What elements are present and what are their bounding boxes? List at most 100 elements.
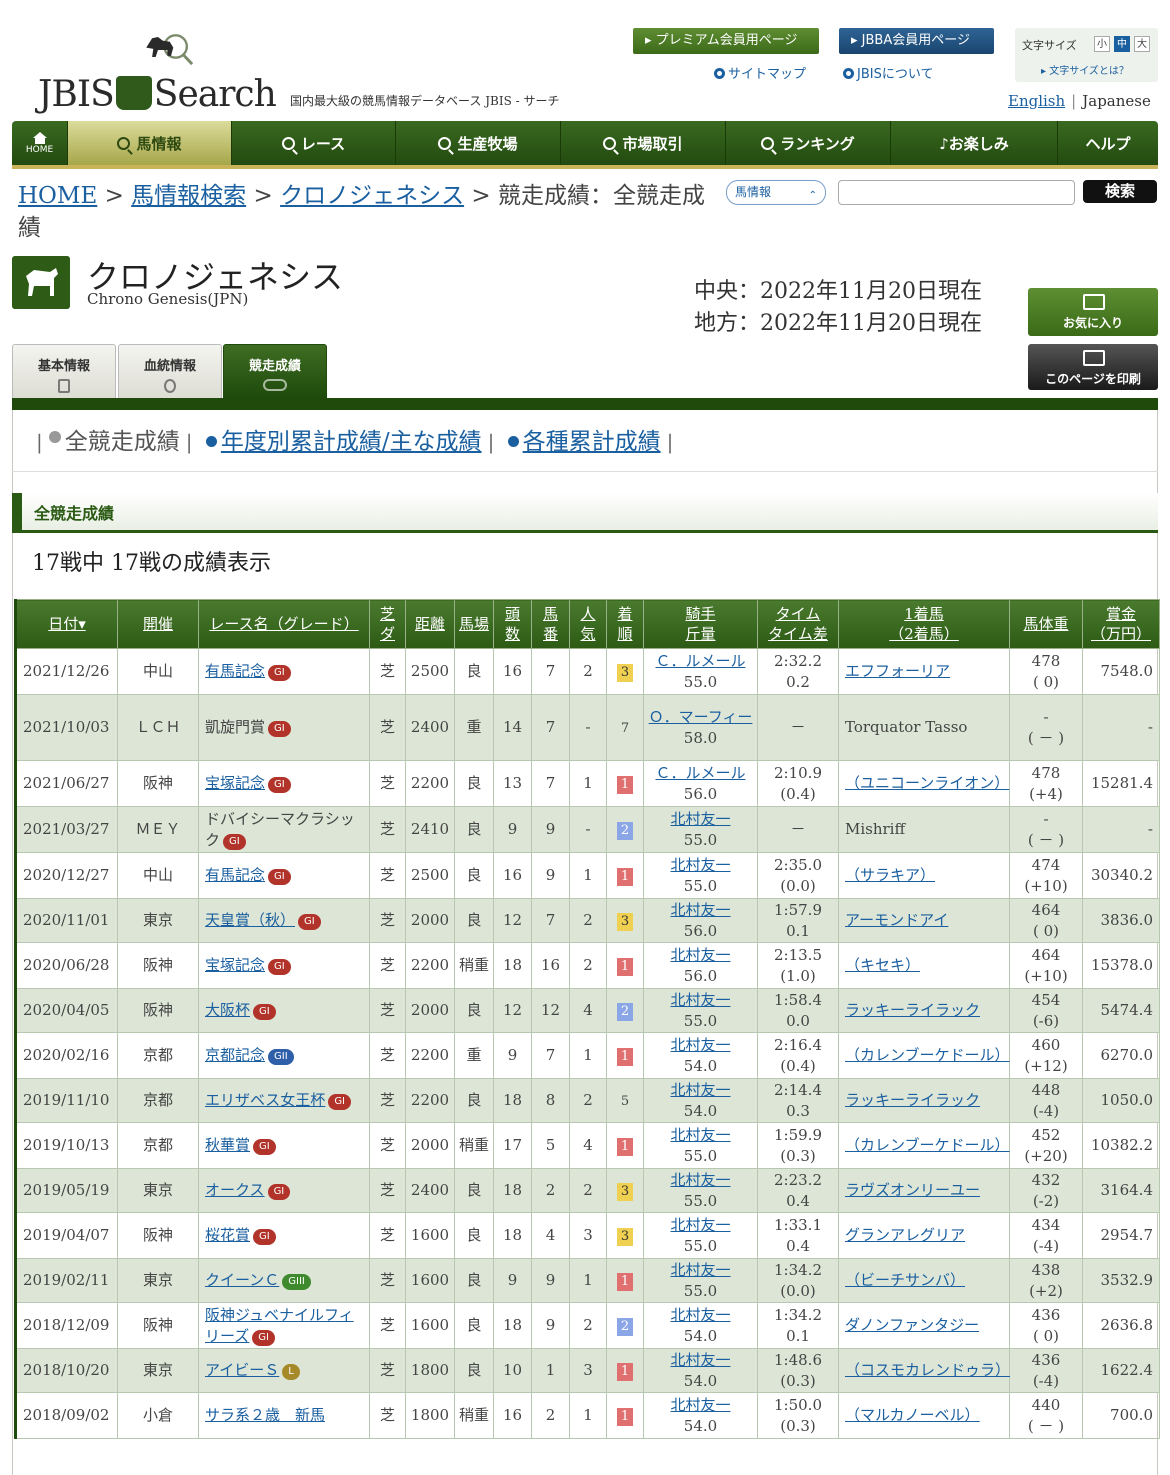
search-category-select[interactable]: 馬情報 — [726, 180, 826, 207]
post-number-cell: 7 — [531, 760, 570, 807]
venue-cell: ＬＣＨ — [117, 694, 199, 761]
time-cell: 1:33.1 0.4 — [757, 1212, 839, 1259]
race-link[interactable]: 大阪杯 — [205, 1001, 250, 1019]
winner-link[interactable]: （ビーチサンバ） — [845, 1271, 965, 1289]
field-size-cell: 12 — [493, 988, 532, 1033]
english-link[interactable]: English — [1008, 92, 1065, 110]
winner-link[interactable]: （コスモカレンドゥラ） — [845, 1361, 1010, 1379]
font-size-small[interactable]: 小 — [1094, 36, 1110, 52]
jockey-link[interactable]: 北村友一 — [670, 1396, 730, 1414]
column-header[interactable]: 馬番 — [531, 599, 570, 649]
race-link[interactable]: 京都記念 — [205, 1046, 265, 1064]
jockey-link[interactable]: 北村友一 — [670, 1216, 730, 1234]
jockey-link[interactable]: 北村友一 — [670, 1171, 730, 1189]
jockey-link[interactable]: 北村友一 — [670, 901, 730, 919]
search-button[interactable]: 検索 — [1083, 180, 1157, 203]
jockey-link[interactable]: 北村友一 — [670, 1261, 730, 1279]
column-header[interactable]: 芝ダ — [369, 599, 406, 649]
race-link[interactable]: サラ系２歳 新馬 — [205, 1406, 325, 1424]
winner-link[interactable]: （カレンブーケドール） — [845, 1136, 1010, 1154]
winner-link[interactable]: アーモンドアイ — [845, 911, 948, 929]
jbis-logo[interactable] — [38, 30, 278, 80]
premium-member-button[interactable]: ▸ プレミアム会員用ページ — [633, 28, 819, 54]
race-link[interactable]: クイーンＣ — [205, 1271, 279, 1289]
winner-link[interactable]: ラヴズオンリーユー — [845, 1181, 980, 1199]
winner-link[interactable]: （サラキア） — [845, 866, 935, 884]
race-link[interactable]: 宝塚記念 — [205, 774, 265, 792]
race-link[interactable]: 天皇賞（秋） — [205, 911, 295, 929]
column-header[interactable]: 馬場 — [454, 599, 494, 649]
column-header[interactable]: 人気 — [569, 599, 607, 649]
race-link[interactable]: 秋華賞 — [205, 1136, 250, 1154]
font-size-medium[interactable]: 中 — [1114, 36, 1130, 52]
favorite-button[interactable]: お気に入り — [1028, 288, 1158, 336]
tab-bar — [12, 398, 1158, 410]
font-size-help-link[interactable]: ▸ 文字サイズとは？ — [1041, 62, 1129, 77]
subnav-yearly[interactable]: 年度別累計成績/主な成績 — [221, 429, 482, 455]
nav-help[interactable]: ヘルプ — [1058, 121, 1158, 165]
about-link[interactable]: JBISについて — [843, 63, 933, 82]
jockey-link[interactable]: 北村友一 — [670, 946, 730, 964]
race-link[interactable]: オークス — [205, 1181, 265, 1199]
race-link[interactable]: 桜花賞 — [205, 1226, 250, 1244]
print-button[interactable]: このページを印刷 — [1028, 344, 1158, 390]
jockey-link[interactable]: 北村友一 — [670, 1036, 730, 1054]
winner-link[interactable]: ラッキーライラック — [845, 1091, 980, 1109]
winner-link[interactable]: （キセキ） — [845, 956, 920, 974]
subnav-cumulative[interactable]: 各種累計成績 — [523, 429, 661, 455]
column-header[interactable]: 日付▾ — [14, 599, 118, 649]
nav-breeder[interactable]: 生産牧場 — [396, 121, 561, 165]
breadcrumb-home[interactable]: HOME — [18, 183, 97, 209]
race-link[interactable]: 有馬記念 — [205, 662, 265, 680]
column-header[interactable]: 開催 — [117, 599, 199, 649]
tab-race-results[interactable]: 競走成績 — [223, 344, 327, 398]
nav-race[interactable]: レース — [232, 121, 396, 165]
nav-home[interactable]: HOME — [12, 121, 68, 165]
tab-basic-info[interactable]: 基本情報 — [12, 344, 116, 398]
jockey-link[interactable]: 北村友一 — [670, 991, 730, 1009]
jockey-link[interactable]: 北村友一 — [670, 856, 730, 874]
nav-ranking[interactable]: ランキング — [726, 121, 891, 165]
jockey-link[interactable]: 北村友一 — [670, 1081, 730, 1099]
jockey-link[interactable]: Ｃ．ルメール — [655, 764, 745, 782]
column-header[interactable]: 賞金 （万円） — [1082, 599, 1160, 649]
breadcrumb-horse-search[interactable]: 馬情報検索 — [131, 183, 246, 209]
race-link[interactable]: アイビーＳ — [205, 1361, 279, 1379]
nav-horse-info[interactable]: 馬情報 — [68, 121, 232, 165]
jockey-link[interactable]: 北村友一 — [670, 1351, 730, 1369]
jockey-link[interactable]: 北村友一 — [670, 1126, 730, 1144]
column-header[interactable]: タイム タイム差 — [757, 599, 839, 649]
column-header[interactable]: 着順 — [606, 599, 644, 649]
column-header[interactable]: 距離 — [405, 599, 455, 649]
winner-link[interactable]: ラッキーライラック — [845, 1001, 980, 1019]
tab-pedigree[interactable]: 血統情報 — [118, 344, 222, 398]
column-header[interactable]: 騎手 斤量 — [643, 599, 758, 649]
race-link[interactable]: 阪神ジュベナイルフィリーズ — [205, 1306, 354, 1345]
nav-fun[interactable]: ♪お楽しみ — [891, 121, 1058, 165]
column-header[interactable]: 頭数 — [493, 599, 532, 649]
sitemap-link[interactable]: サイトマップ — [714, 63, 806, 82]
jockey-link[interactable]: 北村友一 — [670, 1306, 730, 1324]
grade-badge: GI — [268, 665, 291, 681]
race-link[interactable]: 宝塚記念 — [205, 956, 265, 974]
winner-link[interactable]: （マルカノーベル） — [845, 1406, 980, 1424]
jockey-link[interactable]: 北村友一 — [670, 810, 730, 828]
font-size-large[interactable]: 大 — [1134, 36, 1150, 52]
search-input[interactable] — [838, 180, 1075, 205]
winner-link[interactable]: ダノンファンタジー — [845, 1316, 979, 1334]
column-header[interactable]: レース名（グレード） — [198, 599, 370, 649]
winner-link[interactable]: グランアレグリア — [845, 1226, 965, 1244]
jockey-link[interactable]: Ｃ．ルメール — [655, 652, 745, 670]
column-header[interactable]: 1着馬 （2着馬） — [838, 599, 1010, 649]
winner-link[interactable]: エフフォーリア — [845, 662, 950, 680]
race-link[interactable]: エリザベス女王杯 — [205, 1091, 325, 1109]
winner-link[interactable]: （カレンブーケドール） — [845, 1046, 1010, 1064]
jockey-link[interactable]: Ｏ．マーフィー — [649, 708, 753, 726]
jbba-member-button[interactable]: ▸ JBBA会員用ページ — [839, 28, 994, 54]
winner-link[interactable]: （ユニコーンライオン） — [845, 774, 1009, 792]
race-link[interactable]: 有馬記念 — [205, 866, 265, 884]
table-row: 2021/03/27 ＭＥＹ ドバイシーマクラシック GI 芝 2410 良 9 9-2 北村友一… — [14, 806, 1160, 853]
nav-market[interactable]: 市場取引 — [561, 121, 726, 165]
column-header[interactable]: 馬体重 — [1009, 599, 1083, 649]
breadcrumb-horse[interactable]: クロノジェネシス — [280, 183, 464, 209]
